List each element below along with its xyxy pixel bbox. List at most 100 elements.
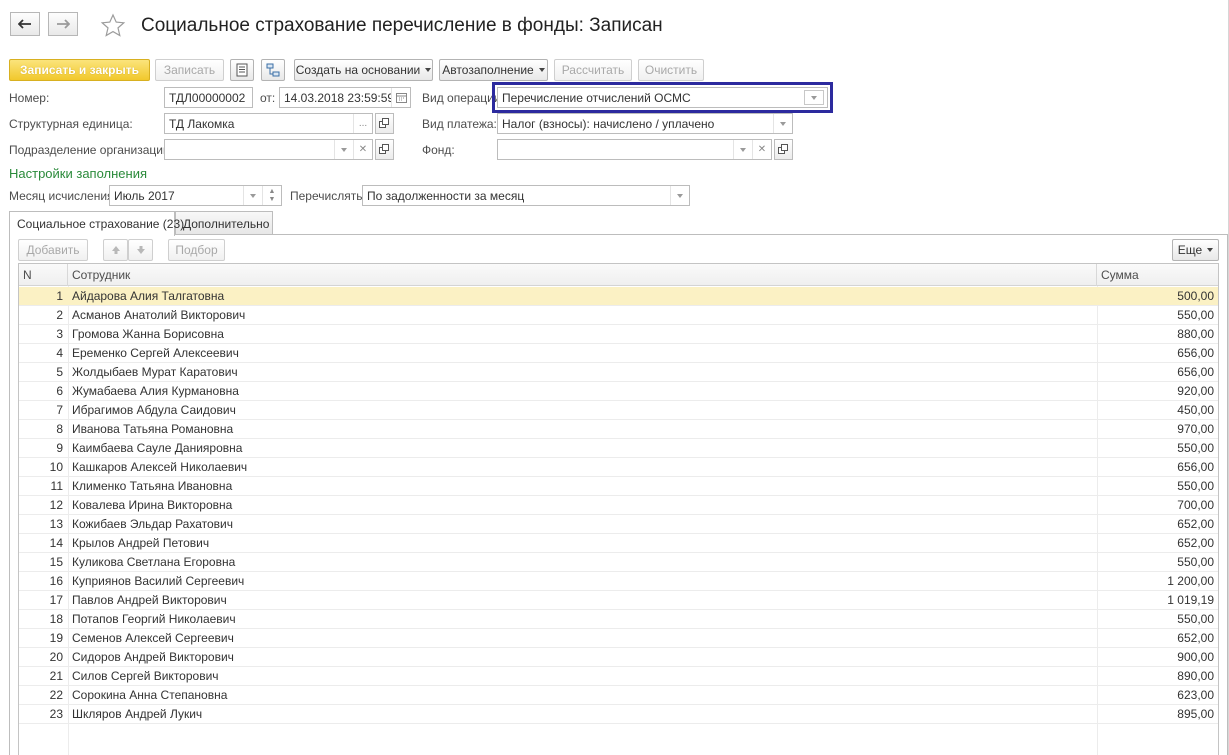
- row-number-cell: 10: [49, 460, 63, 474]
- table-row[interactable]: 5 Жолдыбаев Мурат Каратович 656,00: [19, 363, 1218, 382]
- move-up-button[interactable]: [103, 239, 128, 261]
- unit-open-button[interactable]: [375, 113, 394, 134]
- sum-cell: 970,00: [1177, 422, 1214, 436]
- table-row[interactable]: 7 Ибрагимов Абдула Саидович 450,00: [19, 401, 1218, 420]
- stepper-icon[interactable]: ▲ ▼: [262, 186, 281, 205]
- table-row[interactable]: 3 Громова Жанна Борисовна 880,00: [19, 325, 1218, 344]
- column-header-sum[interactable]: Сумма: [1097, 264, 1218, 286]
- table-row[interactable]: 22 Сорокина Анна Степановна 623,00: [19, 686, 1218, 705]
- employees-table[interactable]: N Сотрудник Сумма 1 Айдарова Алия Талгато…: [18, 263, 1219, 755]
- row-number-cell: 17: [49, 593, 63, 607]
- row-number-cell: 9: [56, 441, 63, 455]
- employee-cell: Ибрагимов Абдула Саидович: [72, 403, 236, 417]
- division-field[interactable]: ✕: [164, 139, 373, 160]
- ellipsis-icon[interactable]: ...: [353, 114, 372, 133]
- clear-icon[interactable]: ✕: [752, 140, 771, 159]
- autofill-button[interactable]: Автозаполнение: [439, 59, 548, 81]
- sum-cell: 500,00: [1177, 289, 1214, 303]
- fund-field[interactable]: ✕: [497, 139, 772, 160]
- employee-cell: Каимбаева Сауле Данияровна: [72, 441, 243, 455]
- row-number-cell: 8: [56, 422, 63, 436]
- table-row[interactable]: 17 Павлов Андрей Викторович 1 019,19: [19, 591, 1218, 610]
- column-header-employee[interactable]: Сотрудник: [68, 264, 1097, 286]
- calendar-icon[interactable]: [391, 88, 410, 107]
- sum-cell: 550,00: [1177, 308, 1214, 322]
- table-row[interactable]: 6 Жумабаева Алия Курмановна 920,00: [19, 382, 1218, 401]
- employee-cell: Иванова Татьяна Романовна: [72, 422, 234, 436]
- employee-cell: Потапов Георгий Николаевич: [72, 612, 236, 626]
- row-number-cell: 7: [56, 403, 63, 417]
- month-value: Июль 2017: [114, 188, 175, 203]
- chevron-down-icon: [538, 68, 545, 72]
- move-down-button[interactable]: [128, 239, 153, 261]
- chevron-down-icon[interactable]: [670, 186, 689, 205]
- table-row[interactable]: 8 Иванова Татьяна Романовна 970,00: [19, 420, 1218, 439]
- arrow-right-icon: [57, 19, 70, 29]
- table-row[interactable]: 10 Кашкаров Алексей Николаевич 656,00: [19, 458, 1218, 477]
- transfer-select[interactable]: По задолженности за месяц: [362, 185, 690, 206]
- employee-cell: Жумабаева Алия Курмановна: [72, 384, 239, 398]
- table-row[interactable]: 20 Сидоров Андрей Викторович 900,00: [19, 648, 1218, 667]
- table-row[interactable]: 23 Шкляров Андрей Лукич 895,00: [19, 705, 1218, 724]
- sum-cell: 652,00: [1177, 631, 1214, 645]
- column-header-n[interactable]: N: [19, 264, 68, 286]
- table-row[interactable]: 18 Потапов Георгий Николаевич 550,00: [19, 610, 1218, 629]
- row-number-cell: 4: [56, 346, 63, 360]
- date-value: 14.03.2018 23:59:59: [284, 90, 391, 105]
- chevron-down-icon[interactable]: [243, 186, 262, 205]
- table-row[interactable]: 9 Каимбаева Сауле Данияровна 550,00: [19, 439, 1218, 458]
- create-based-on-button[interactable]: Создать на основании: [294, 59, 433, 81]
- table-row[interactable]: 11 Клименко Татьяна Ивановна 550,00: [19, 477, 1218, 496]
- save-button[interactable]: Записать: [155, 59, 224, 81]
- unit-field[interactable]: ТД Лакомка ...: [164, 113, 373, 134]
- chevron-down-icon[interactable]: [733, 140, 752, 159]
- employee-cell: Шкляров Андрей Лукич: [72, 707, 203, 721]
- number-field[interactable]: ТДЛ00000002: [164, 87, 253, 108]
- date-field[interactable]: 14.03.2018 23:59:59: [279, 87, 411, 108]
- tab-additional[interactable]: Дополнительно: [175, 211, 273, 235]
- chevron-down-icon: [425, 68, 432, 72]
- forward-button[interactable]: [48, 12, 78, 36]
- create-based-on-label: Создать на основании: [295, 63, 421, 77]
- employee-cell: Клименко Татьяна Ивановна: [72, 479, 233, 493]
- table-row[interactable]: 21 Силов Сергей Викторович 890,00: [19, 667, 1218, 686]
- division-open-button[interactable]: [375, 139, 394, 160]
- table-row[interactable]: 15 Куликова Светлана Егоровна 550,00: [19, 553, 1218, 572]
- sum-cell: 890,00: [1177, 669, 1214, 683]
- back-button[interactable]: [10, 12, 40, 36]
- row-number-cell: 15: [49, 555, 63, 569]
- table-row[interactable]: 4 Еременко Сергей Алексеевич 656,00: [19, 344, 1218, 363]
- clear-button[interactable]: Очистить: [638, 59, 704, 81]
- save-and-close-button[interactable]: Записать и закрыть: [9, 59, 150, 81]
- month-field[interactable]: Июль 2017 ▲ ▼: [109, 185, 282, 206]
- chevron-down-icon[interactable]: [773, 114, 792, 133]
- star-icon[interactable]: [100, 13, 126, 39]
- sum-cell: 623,00: [1177, 688, 1214, 702]
- employee-cell: Еременко Сергей Алексеевич: [72, 346, 239, 360]
- table-row[interactable]: 16 Куприянов Василий Сергеевич 1 200,00: [19, 572, 1218, 591]
- sum-cell: 700,00: [1177, 498, 1214, 512]
- structure-button[interactable]: [261, 59, 285, 81]
- pick-button[interactable]: Подбор: [168, 239, 225, 261]
- add-button[interactable]: Добавить: [18, 239, 88, 261]
- tab-social-insurance[interactable]: Социальное страхование (23): [9, 211, 184, 236]
- chevron-down-icon[interactable]: [334, 140, 353, 159]
- table-row[interactable]: 14 Крылов Андрей Петович 652,00: [19, 534, 1218, 553]
- table-row[interactable]: 19 Семенов Алексей Сергеевич 652,00: [19, 629, 1218, 648]
- more-button[interactable]: Еще: [1172, 239, 1219, 261]
- document-list-button[interactable]: [230, 59, 254, 81]
- employee-cell: Сидоров Андрей Викторович: [72, 650, 234, 664]
- table-row[interactable]: 13 Кожибаев Эльдар Рахатович 652,00: [19, 515, 1218, 534]
- transfer-value: По задолженности за месяц: [367, 188, 525, 203]
- table-row[interactable]: 1 Айдарова Алия Талгатовна 500,00: [19, 287, 1218, 306]
- operation-select[interactable]: Перечисление отчислений ОСМС: [497, 87, 828, 108]
- payment-select[interactable]: Налог (взносы): начислено / уплачено: [497, 113, 793, 134]
- table-row[interactable]: 12 Ковалева Ирина Викторовна 700,00: [19, 496, 1218, 515]
- clear-icon[interactable]: ✕: [353, 140, 372, 159]
- row-number-cell: 22: [49, 688, 63, 702]
- chevron-down-icon[interactable]: [804, 90, 824, 105]
- row-number-cell: 13: [49, 517, 63, 531]
- table-row[interactable]: 2 Асманов Анатолий Викторович 550,00: [19, 306, 1218, 325]
- calculate-button[interactable]: Рассчитать: [554, 59, 632, 81]
- fund-open-button[interactable]: [774, 139, 793, 160]
